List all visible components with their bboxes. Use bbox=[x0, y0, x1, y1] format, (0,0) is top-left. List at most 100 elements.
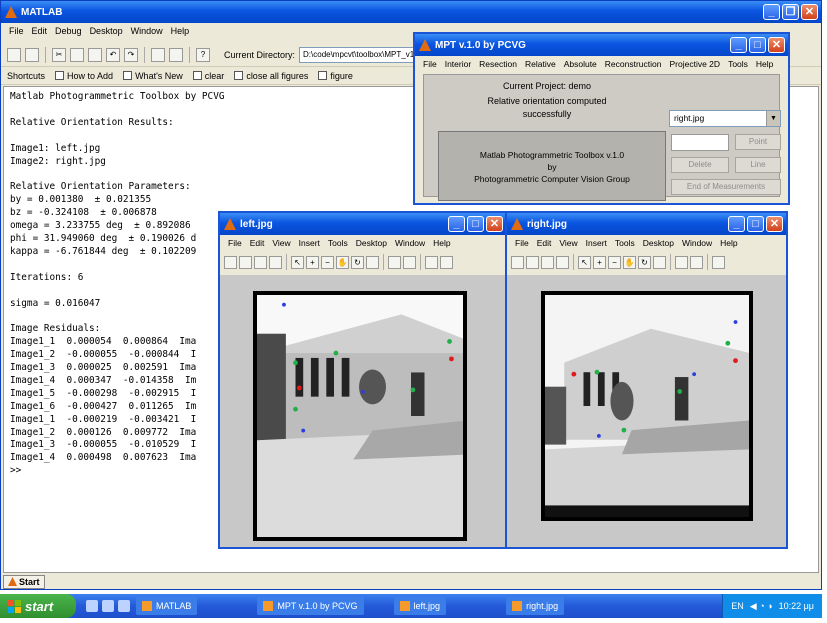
menu-file[interactable]: File bbox=[5, 25, 28, 37]
maximize-button[interactable]: □ bbox=[467, 216, 484, 232]
task-matlab[interactable]: MATLAB bbox=[136, 597, 198, 615]
simulink-icon[interactable] bbox=[151, 47, 165, 62]
minimize-button[interactable]: _ bbox=[730, 37, 747, 53]
end-of-measurements-button[interactable]: End of Measurements bbox=[671, 179, 781, 195]
cut-icon[interactable]: ✂ bbox=[52, 47, 66, 62]
print-icon[interactable] bbox=[269, 255, 282, 269]
minimize-button[interactable]: _ bbox=[728, 216, 745, 232]
new-figure-icon[interactable] bbox=[224, 255, 237, 269]
pointer-icon[interactable]: ↖ bbox=[291, 255, 304, 269]
open-folder-icon[interactable] bbox=[526, 255, 539, 269]
menu-insert[interactable]: Insert bbox=[295, 237, 324, 249]
left-photo[interactable] bbox=[253, 291, 467, 541]
hide-plot-tools-icon[interactable] bbox=[425, 255, 438, 269]
menu-tools[interactable]: Tools bbox=[611, 237, 639, 249]
paste-icon[interactable] bbox=[88, 47, 102, 62]
menu-reconstruction[interactable]: Reconstruction bbox=[601, 58, 666, 70]
close-button[interactable]: ✕ bbox=[801, 4, 818, 20]
measurement-input[interactable] bbox=[671, 134, 729, 151]
shortcut-clear[interactable]: clear bbox=[192, 71, 224, 81]
show-plot-tools-icon[interactable] bbox=[440, 255, 453, 269]
menu-edit[interactable]: Edit bbox=[533, 237, 556, 249]
menu-help[interactable]: Help bbox=[752, 58, 777, 70]
colorbar-icon[interactable] bbox=[675, 255, 688, 269]
tray-icons[interactable]: ◀ ◔ ◑ bbox=[750, 601, 773, 612]
matlab-titlebar[interactable]: MATLAB _ ❐ ✕ bbox=[1, 1, 821, 23]
language-indicator[interactable]: EN bbox=[731, 601, 744, 611]
delete-button[interactable]: Delete bbox=[671, 157, 729, 173]
menu-insert[interactable]: Insert bbox=[582, 237, 611, 249]
menu-help[interactable]: Help bbox=[429, 237, 454, 249]
menu-absolute[interactable]: Absolute bbox=[560, 58, 601, 70]
new-file-icon[interactable] bbox=[7, 47, 21, 62]
menu-projective-2d[interactable]: Projective 2D bbox=[666, 58, 725, 70]
zoom-in-icon[interactable]: + bbox=[306, 255, 319, 269]
new-figure-icon[interactable] bbox=[511, 255, 524, 269]
guide-icon[interactable] bbox=[169, 47, 183, 62]
point-button[interactable]: Point bbox=[735, 134, 781, 150]
menu-window[interactable]: Window bbox=[127, 25, 167, 37]
figure-left-axes[interactable] bbox=[220, 275, 506, 547]
minimize-button[interactable]: _ bbox=[763, 4, 780, 20]
close-button[interactable]: ✕ bbox=[766, 216, 783, 232]
maximize-button[interactable]: □ bbox=[747, 216, 764, 232]
help-icon[interactable]: ? bbox=[196, 47, 210, 62]
save-icon[interactable] bbox=[541, 255, 554, 269]
menu-tools[interactable]: Tools bbox=[724, 58, 752, 70]
menu-help[interactable]: Help bbox=[716, 237, 741, 249]
shortcut-whats-new[interactable]: What's New bbox=[123, 71, 183, 81]
browser-icon[interactable] bbox=[102, 600, 114, 612]
line-button[interactable]: Line bbox=[735, 157, 781, 173]
menu-window[interactable]: Window bbox=[678, 237, 716, 249]
explorer-icon[interactable] bbox=[118, 600, 130, 612]
chevron-down-icon[interactable]: ▼ bbox=[766, 111, 780, 126]
legend-icon[interactable] bbox=[403, 255, 416, 269]
task-mpt[interactable]: MPT v.1.0 by PCVG bbox=[257, 597, 364, 615]
save-icon[interactable] bbox=[254, 255, 267, 269]
close-button[interactable]: ✕ bbox=[486, 216, 503, 232]
menu-desktop[interactable]: Desktop bbox=[86, 25, 127, 37]
open-folder-icon[interactable] bbox=[25, 47, 39, 62]
maximize-button[interactable]: □ bbox=[749, 37, 766, 53]
rotate-3d-icon[interactable]: ↻ bbox=[638, 255, 651, 269]
redo-icon[interactable]: ↷ bbox=[124, 47, 138, 62]
menu-file[interactable]: File bbox=[224, 237, 246, 249]
data-cursor-icon[interactable] bbox=[653, 255, 666, 269]
menu-window[interactable]: Window bbox=[391, 237, 429, 249]
minimize-button[interactable]: _ bbox=[448, 216, 465, 232]
data-cursor-icon[interactable] bbox=[366, 255, 379, 269]
figure-left-titlebar[interactable]: left.jpg _ □ ✕ bbox=[220, 213, 506, 235]
zoom-out-icon[interactable]: − bbox=[608, 255, 621, 269]
colorbar-icon[interactable] bbox=[388, 255, 401, 269]
pan-hand-icon[interactable]: ✋ bbox=[336, 255, 349, 269]
menu-tools[interactable]: Tools bbox=[324, 237, 352, 249]
menu-resection[interactable]: Resection bbox=[475, 58, 521, 70]
matlab-start-button[interactable]: Start bbox=[3, 574, 45, 589]
copy-icon[interactable] bbox=[70, 47, 84, 62]
menu-desktop[interactable]: Desktop bbox=[639, 237, 678, 249]
menu-file[interactable]: File bbox=[419, 58, 441, 70]
menu-view[interactable]: View bbox=[555, 237, 581, 249]
figure-right-titlebar[interactable]: right.jpg _ □ ✕ bbox=[507, 213, 786, 235]
legend-icon[interactable] bbox=[690, 255, 703, 269]
shortcut-close-all-figures[interactable]: close all figures bbox=[234, 71, 308, 81]
menu-debug[interactable]: Debug bbox=[51, 25, 86, 37]
menu-desktop[interactable]: Desktop bbox=[352, 237, 391, 249]
open-folder-icon[interactable] bbox=[239, 255, 252, 269]
show-desktop-icon[interactable] bbox=[86, 600, 98, 612]
task-right-jpg[interactable]: right.jpg bbox=[506, 597, 565, 615]
zoom-in-icon[interactable]: + bbox=[593, 255, 606, 269]
menu-help[interactable]: Help bbox=[167, 25, 194, 37]
print-icon[interactable] bbox=[556, 255, 569, 269]
menu-file[interactable]: File bbox=[511, 237, 533, 249]
close-button[interactable]: ✕ bbox=[768, 37, 785, 53]
image-select[interactable]: right.jpg ▼ bbox=[669, 110, 781, 127]
pointer-icon[interactable]: ↖ bbox=[578, 255, 591, 269]
mpt-titlebar[interactable]: MPT v.1.0 by PCVG _ □ ✕ bbox=[415, 34, 788, 56]
menu-edit[interactable]: Edit bbox=[28, 25, 52, 37]
figure-right-axes[interactable] bbox=[507, 275, 786, 547]
menu-edit[interactable]: Edit bbox=[246, 237, 269, 249]
undo-icon[interactable]: ↶ bbox=[106, 47, 120, 62]
zoom-out-icon[interactable]: − bbox=[321, 255, 334, 269]
menu-relative[interactable]: Relative bbox=[521, 58, 560, 70]
